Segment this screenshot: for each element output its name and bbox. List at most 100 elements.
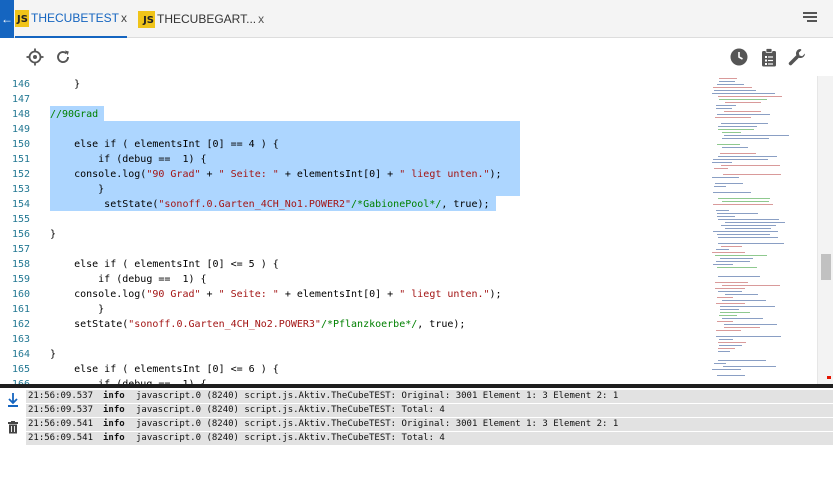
minimap-line [723,174,781,175]
tab-thecubetest[interactable]: JS THECUBETEST x [15,0,127,38]
minimap-line [715,117,751,118]
minimap-line [722,285,780,286]
tab-close-icon[interactable]: x [121,11,127,25]
minimap-line [718,291,742,292]
minimap-line [716,261,750,262]
target-icon[interactable] [24,38,46,76]
code-area[interactable]: } //90Grad else if ( elementsInt [0] == 4… [46,76,706,384]
minimap-line [718,198,770,199]
minimap-line [717,216,735,217]
js-file-icon: JS [15,9,29,27]
minimap-line [714,186,726,187]
minimap-line [719,78,737,79]
clock-icon[interactable] [729,38,749,76]
code-line[interactable]: } [50,77,80,92]
log-panel: 21:56:09.537 info javascript.0 (8240) sc… [0,388,833,446]
log-message: javascript.0 (8240) script.js.Aktiv.TheC… [136,433,445,443]
minimap-line [725,102,761,103]
line-number: 149 [11,124,30,135]
vertical-scrollbar[interactable] [817,76,833,384]
minimap-line [719,315,737,316]
line-number: 161 [11,304,30,315]
log-level: info [103,405,125,415]
minimap-line [718,276,760,277]
minimap-line [712,252,745,253]
minimap-line [716,249,729,250]
wrench-icon[interactable] [786,38,808,76]
minimap-line [716,336,781,337]
minimap-line [720,312,750,313]
minimap-line [718,126,757,127]
minimap-line [717,321,733,322]
line-number: 164 [11,349,30,360]
line-number: 155 [11,214,30,225]
js-file-icon: JS [138,10,155,28]
code-line[interactable]: setState("sonoff.0.Garten_4CH_No2.POWER3… [50,317,465,332]
trash-icon[interactable] [8,421,18,434]
minimap-line [713,87,752,88]
code-editor[interactable]: 146 147 148 149 150 151 152 153 154 155 156 157 158 1… [0,76,833,384]
minimap-line [714,363,726,364]
minimap[interactable] [712,76,816,384]
log-row: 21:56:09.537 info javascript.0 (8240) sc… [26,404,833,417]
minimap-line [722,132,741,133]
error-marker [827,376,831,379]
code-line[interactable]: else if ( elementsInt [0] <= 5 ) { [50,257,279,272]
minimap-line [717,267,757,268]
tab-thecubegarten[interactable]: JS THECUBEGART... x [138,0,268,38]
minimap-line [718,348,735,349]
line-number: 162 [11,319,30,330]
line-number: 151 [11,154,30,165]
line-number: 156 [11,229,30,240]
menu-icon[interactable] [803,12,817,24]
minimap-line [718,342,746,343]
back-arrow-icon[interactable]: ← [0,0,14,38]
minimap-line [721,246,742,247]
code-line[interactable]: if (debug == 1) { [50,152,206,167]
code-line[interactable]: else if ( elementsInt [0] == 4 ) { [50,137,279,152]
log-side-toolbar [0,388,26,446]
code-line[interactable]: } [50,347,56,362]
minimap-line [718,129,754,130]
minimap-line [724,111,761,112]
minimap-line [717,375,745,376]
scrollbar-thumb[interactable] [821,254,831,280]
line-number: 147 [11,94,30,105]
minimap-line [724,327,760,328]
minimap-line [718,237,778,238]
minimap-line [717,144,740,145]
minimap-line [713,192,751,193]
minimap-line [721,225,776,226]
code-line[interactable]: //90Grad [50,107,98,122]
minimap-line [716,210,729,211]
minimap-line [722,201,769,202]
line-number: 165 [11,364,30,375]
code-line[interactable]: } [50,302,104,317]
log-message: javascript.0 (8240) script.js.Aktiv.TheC… [136,405,445,415]
code-line[interactable]: else if ( elementsInt [0] <= 6 ) { [50,362,279,377]
tab-close-icon[interactable]: x [258,12,264,26]
clipboard-icon[interactable] [759,38,779,76]
code-line[interactable]: } [50,227,56,242]
line-number-gutter: 146 147 148 149 150 151 152 153 154 155 156 157 158 1… [0,76,46,384]
code-line[interactable]: if (debug == 1) { [50,377,206,384]
minimap-line [719,99,767,100]
minimap-line [719,345,742,346]
tab-label: THECUBEGART... [157,12,257,26]
line-number: 160 [11,289,30,300]
editor-toolbar [0,38,833,76]
log-level: info [103,433,125,443]
minimap-line [724,135,789,136]
minimap-line [712,369,741,370]
code-line[interactable]: if (debug == 1) { [50,272,206,287]
code-line[interactable]: } [50,182,104,197]
code-line[interactable]: console.log("90 Grad" + " Seite: " + ele… [50,287,502,302]
minimap-line [713,204,773,205]
refresh-icon[interactable] [53,38,73,76]
minimap-line [723,366,776,367]
log-row: 21:56:09.537 info javascript.0 (8240) sc… [26,390,833,403]
code-line[interactable]: console.log("90 Grad" + " Seite: " + ele… [50,167,502,182]
code-line[interactable]: setState("sonoff.0.Garten_4CH_No1.POWER2… [50,197,489,212]
minimap-line [717,213,758,214]
scroll-to-bottom-icon[interactable] [7,392,19,408]
